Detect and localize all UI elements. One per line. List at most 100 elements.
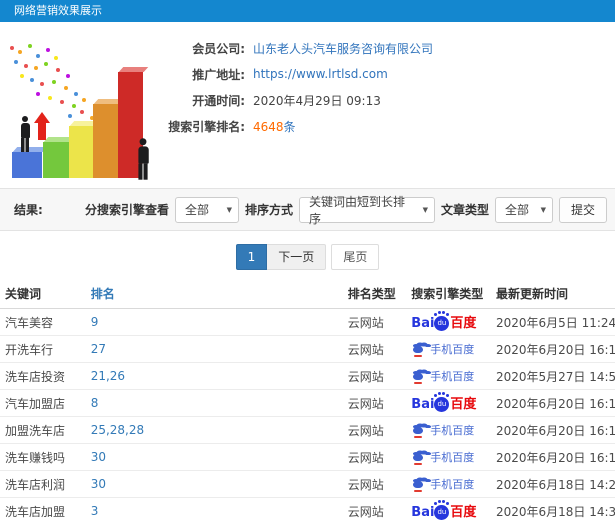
- bar-orange: [93, 104, 118, 178]
- baidu-logo-bai: Bai: [411, 396, 435, 412]
- engine-cell: Bai du 百度 手机百度: [406, 362, 491, 390]
- up-arrow-icon: [34, 112, 50, 140]
- keyword-cell: 洗车赚钱吗: [0, 443, 86, 471]
- update-time-cell: 2020年5月27日 14:58: [490, 362, 615, 390]
- rank-type-cell: 云网站: [342, 389, 407, 417]
- rank-cell[interactable]: 21,26: [85, 362, 343, 390]
- open-time-value: 2020年4月29日 09:13: [253, 93, 381, 108]
- businessman-figure-right: [135, 138, 151, 180]
- page-1-button[interactable]: 1: [235, 244, 268, 270]
- company-label: 会员公司:: [192, 41, 245, 56]
- table-row[interactable]: 汽车美容 9 云网站 Bai du 百度 手机百度 2020年6月5日 11:2…: [0, 308, 615, 336]
- rank-cell[interactable]: 3: [85, 497, 343, 520]
- dropdown-caret-icon: ▼: [540, 205, 546, 214]
- keyword-cell: 洗车店投资: [0, 362, 86, 390]
- company-link[interactable]: 山东老人头汽车服务咨询有限公司: [253, 40, 433, 57]
- article-type-label: 文章类型: [440, 203, 489, 217]
- baidu-logo-bai: Bai: [411, 315, 435, 331]
- mobile-baidu-label: 手机百度: [430, 342, 475, 356]
- rank-type-cell: 云网站: [342, 497, 407, 520]
- pagination: 1 下一页 尾页: [0, 244, 615, 270]
- baidu-logo-bai: Bai: [411, 504, 435, 520]
- last-page-button[interactable]: 尾页: [331, 244, 380, 270]
- keyword-cell: 汽车加盟店: [0, 389, 86, 417]
- header-rank-type: 排名类型: [342, 281, 407, 309]
- filter-controls: 分搜索引擎查看 全部 ▼ 排序方式 关键词由短到长排序 ▼ 文章类型 全部 ▼ …: [85, 195, 607, 226]
- article-type-select[interactable]: 全部 ▼: [494, 196, 553, 223]
- update-time-cell: 2020年6月18日 14:27: [490, 470, 615, 498]
- engine-filter-select[interactable]: 全部 ▼: [174, 196, 239, 223]
- rank-type-cell: 云网站: [342, 470, 407, 498]
- rank-cell[interactable]: 30: [85, 470, 343, 498]
- rank-type-cell: 云网站: [342, 443, 407, 471]
- engine-cell: Bai du 百度 手机百度: [406, 497, 491, 520]
- next-page-button[interactable]: 下一页: [267, 244, 327, 270]
- table-row[interactable]: 加盟洗车店 25,28,28 云网站 Bai du 百度 手机百度 2020年6…: [0, 416, 615, 444]
- table-row[interactable]: 开洗车行 27 云网站 Bai du 百度 手机百度 2020年6月20日 16…: [0, 335, 615, 363]
- sort-filter-label: 排序方式: [244, 203, 293, 217]
- rank-cell[interactable]: 30: [85, 443, 343, 471]
- rank-unit: 条: [283, 119, 296, 134]
- update-time-cell: 2020年6月18日 14:30: [490, 497, 615, 520]
- keyword-cell: 洗车店利润: [0, 470, 86, 498]
- sort-filter-value: 关键词由短到长排序: [308, 194, 405, 226]
- baidu-logo: Bai du 百度: [411, 312, 477, 331]
- article-type-value: 全部: [504, 203, 529, 217]
- account-info-list: 会员公司: 山东老人头汽车服务咨询有限公司 推广地址: https://www.…: [165, 35, 433, 139]
- rank-cell[interactable]: 9: [85, 308, 343, 336]
- baidu-logo-cn: 百度: [450, 315, 477, 331]
- mobile-baidu-badge: 手机百度: [411, 449, 474, 465]
- update-time-cell: 2020年6月20日 16:16: [490, 335, 615, 363]
- mobile-baidu-label: 手机百度: [430, 450, 475, 464]
- baidu-logo-cn: 百度: [450, 396, 477, 412]
- engine-cell: Bai du 百度 手机百度: [406, 335, 491, 363]
- keyword-cell: 洗车店加盟: [0, 497, 86, 520]
- mobile-baidu-badge: 手机百度: [411, 422, 474, 438]
- bar-blue: [12, 152, 42, 178]
- mobile-baidu-paw-icon: [411, 370, 425, 384]
- engine-rank-value: 4648条: [253, 118, 296, 135]
- table-row[interactable]: 汽车加盟店 8 云网站 Bai du 百度 手机百度 2020年6月20日 16…: [0, 389, 615, 417]
- dropdown-caret-icon: ▼: [226, 205, 232, 214]
- table-header-row: 关键词 排名 排名类型 搜索引擎类型 最新更新时间: [0, 281, 615, 309]
- header-update-time: 最新更新时间: [490, 281, 615, 309]
- mobile-baidu-label: 手机百度: [430, 369, 475, 383]
- engine-rank-label: 搜索引擎排名:: [168, 119, 245, 134]
- promo-url-link[interactable]: https://www.lrtlsd.com: [253, 67, 388, 81]
- page-title: 网络营销效果展示: [14, 4, 102, 17]
- rank-cell[interactable]: 27: [85, 335, 343, 363]
- baidu-paw-icon: du: [434, 501, 450, 520]
- company-row: 会员公司: 山东老人头汽车服务咨询有限公司: [165, 35, 433, 61]
- table-row[interactable]: 洗车店加盟 3 云网站 Bai du 百度 手机百度 2020年6月18日 14…: [0, 497, 615, 520]
- businessman-figure-left: [18, 116, 32, 152]
- account-info-section: 会员公司: 山东老人头汽车服务咨询有限公司 推广地址: https://www.…: [0, 22, 615, 188]
- table-row[interactable]: 洗车店利润 30 云网站 Bai du 百度 手机百度 2020年6月18日 1…: [0, 470, 615, 498]
- mobile-baidu-paw-icon: [411, 424, 425, 438]
- submit-button[interactable]: 提交: [558, 196, 607, 223]
- bar-yellow: [69, 126, 93, 178]
- table-row[interactable]: 洗车赚钱吗 30 云网站 Bai du 百度 手机百度 2020年6月20日 1…: [0, 443, 615, 471]
- page-title-bar: 网络营销效果展示: [0, 0, 615, 22]
- rank-count: 4648: [253, 119, 284, 134]
- rank-cell[interactable]: 8: [85, 389, 343, 417]
- rank-type-cell: 云网站: [342, 362, 407, 390]
- table-row[interactable]: 洗车店投资 21,26 云网站 Bai du 百度 手机百度 2020年5月27…: [0, 362, 615, 390]
- baidu-paw-icon: du: [434, 393, 450, 412]
- baidu-logo: Bai du 百度: [411, 393, 477, 412]
- mobile-baidu-paw-icon: [411, 478, 425, 492]
- header-engine-type: 搜索引擎类型: [406, 281, 491, 309]
- growth-chart-illustration: [0, 28, 175, 188]
- engine-rank-row: 搜索引擎排名: 4648条: [165, 113, 433, 139]
- open-time-label: 开通时间:: [192, 93, 245, 108]
- keyword-cell: 加盟洗车店: [0, 416, 86, 444]
- rank-cell[interactable]: 25,28,28: [85, 416, 343, 444]
- result-label: 结果:: [14, 203, 43, 217]
- baidu-logo: Bai du 百度: [411, 501, 476, 520]
- update-time-cell: 2020年6月20日 16:12: [490, 389, 615, 417]
- engine-cell: Bai du 百度 手机百度: [406, 308, 491, 336]
- mobile-baidu-label: 手机百度: [430, 423, 475, 437]
- open-time-row: 开通时间: 2020年4月29日 09:13: [165, 87, 433, 113]
- engine-cell: Bai du 百度 手机百度: [406, 443, 491, 471]
- sort-filter-select[interactable]: 关键词由短到长排序 ▼: [298, 195, 435, 226]
- mobile-baidu-badge: 手机百度: [411, 341, 474, 357]
